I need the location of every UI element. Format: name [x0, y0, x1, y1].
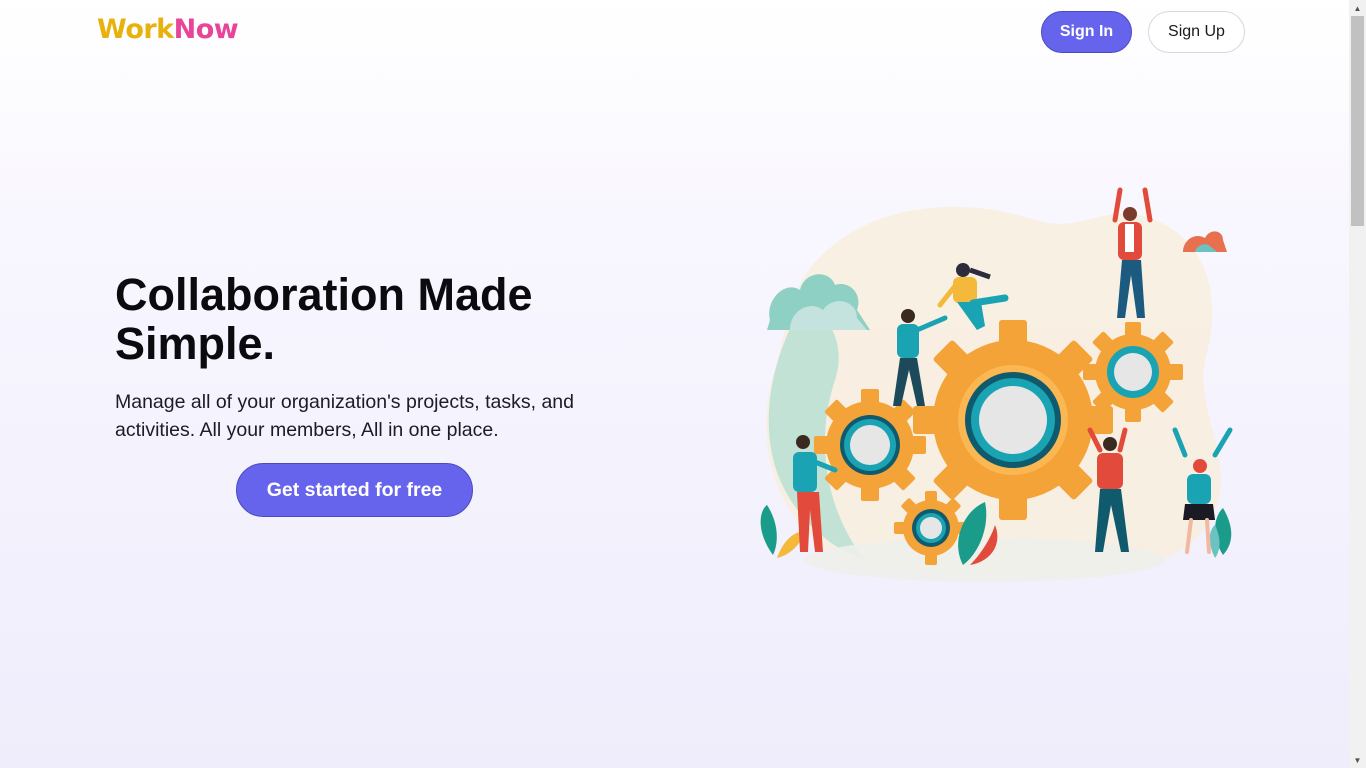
logo-now-text: Now — [173, 14, 239, 45]
scroll-down-arrow-icon[interactable]: ▼ — [1349, 752, 1366, 768]
hero-title: Collaboration Made Simple. — [115, 269, 533, 369]
vertical-scrollbar[interactable]: ▲ ▼ — [1349, 0, 1366, 768]
ground-shadow — [805, 538, 1165, 582]
landing-page: WorkNow Sign In Sign Up Collaboration Ma… — [0, 0, 1349, 768]
get-started-button[interactable]: Get started for free — [236, 463, 473, 517]
hero-description: Manage all of your organization's projec… — [115, 391, 574, 441]
gear-right — [1083, 322, 1183, 422]
illustration-svg — [760, 187, 1233, 582]
scroll-up-arrow-icon[interactable]: ▲ — [1349, 0, 1366, 16]
logo-work-text: Work — [97, 14, 174, 45]
gear-left — [814, 389, 926, 501]
cloud-right — [1183, 231, 1227, 252]
gear-large — [913, 320, 1113, 520]
logo[interactable]: WorkNow — [97, 14, 239, 45]
sign-up-button[interactable]: Sign Up — [1148, 11, 1245, 53]
sign-in-button[interactable]: Sign In — [1041, 11, 1132, 53]
scrollbar-thumb[interactable] — [1351, 16, 1364, 226]
team-gears-illustration — [745, 180, 1245, 590]
